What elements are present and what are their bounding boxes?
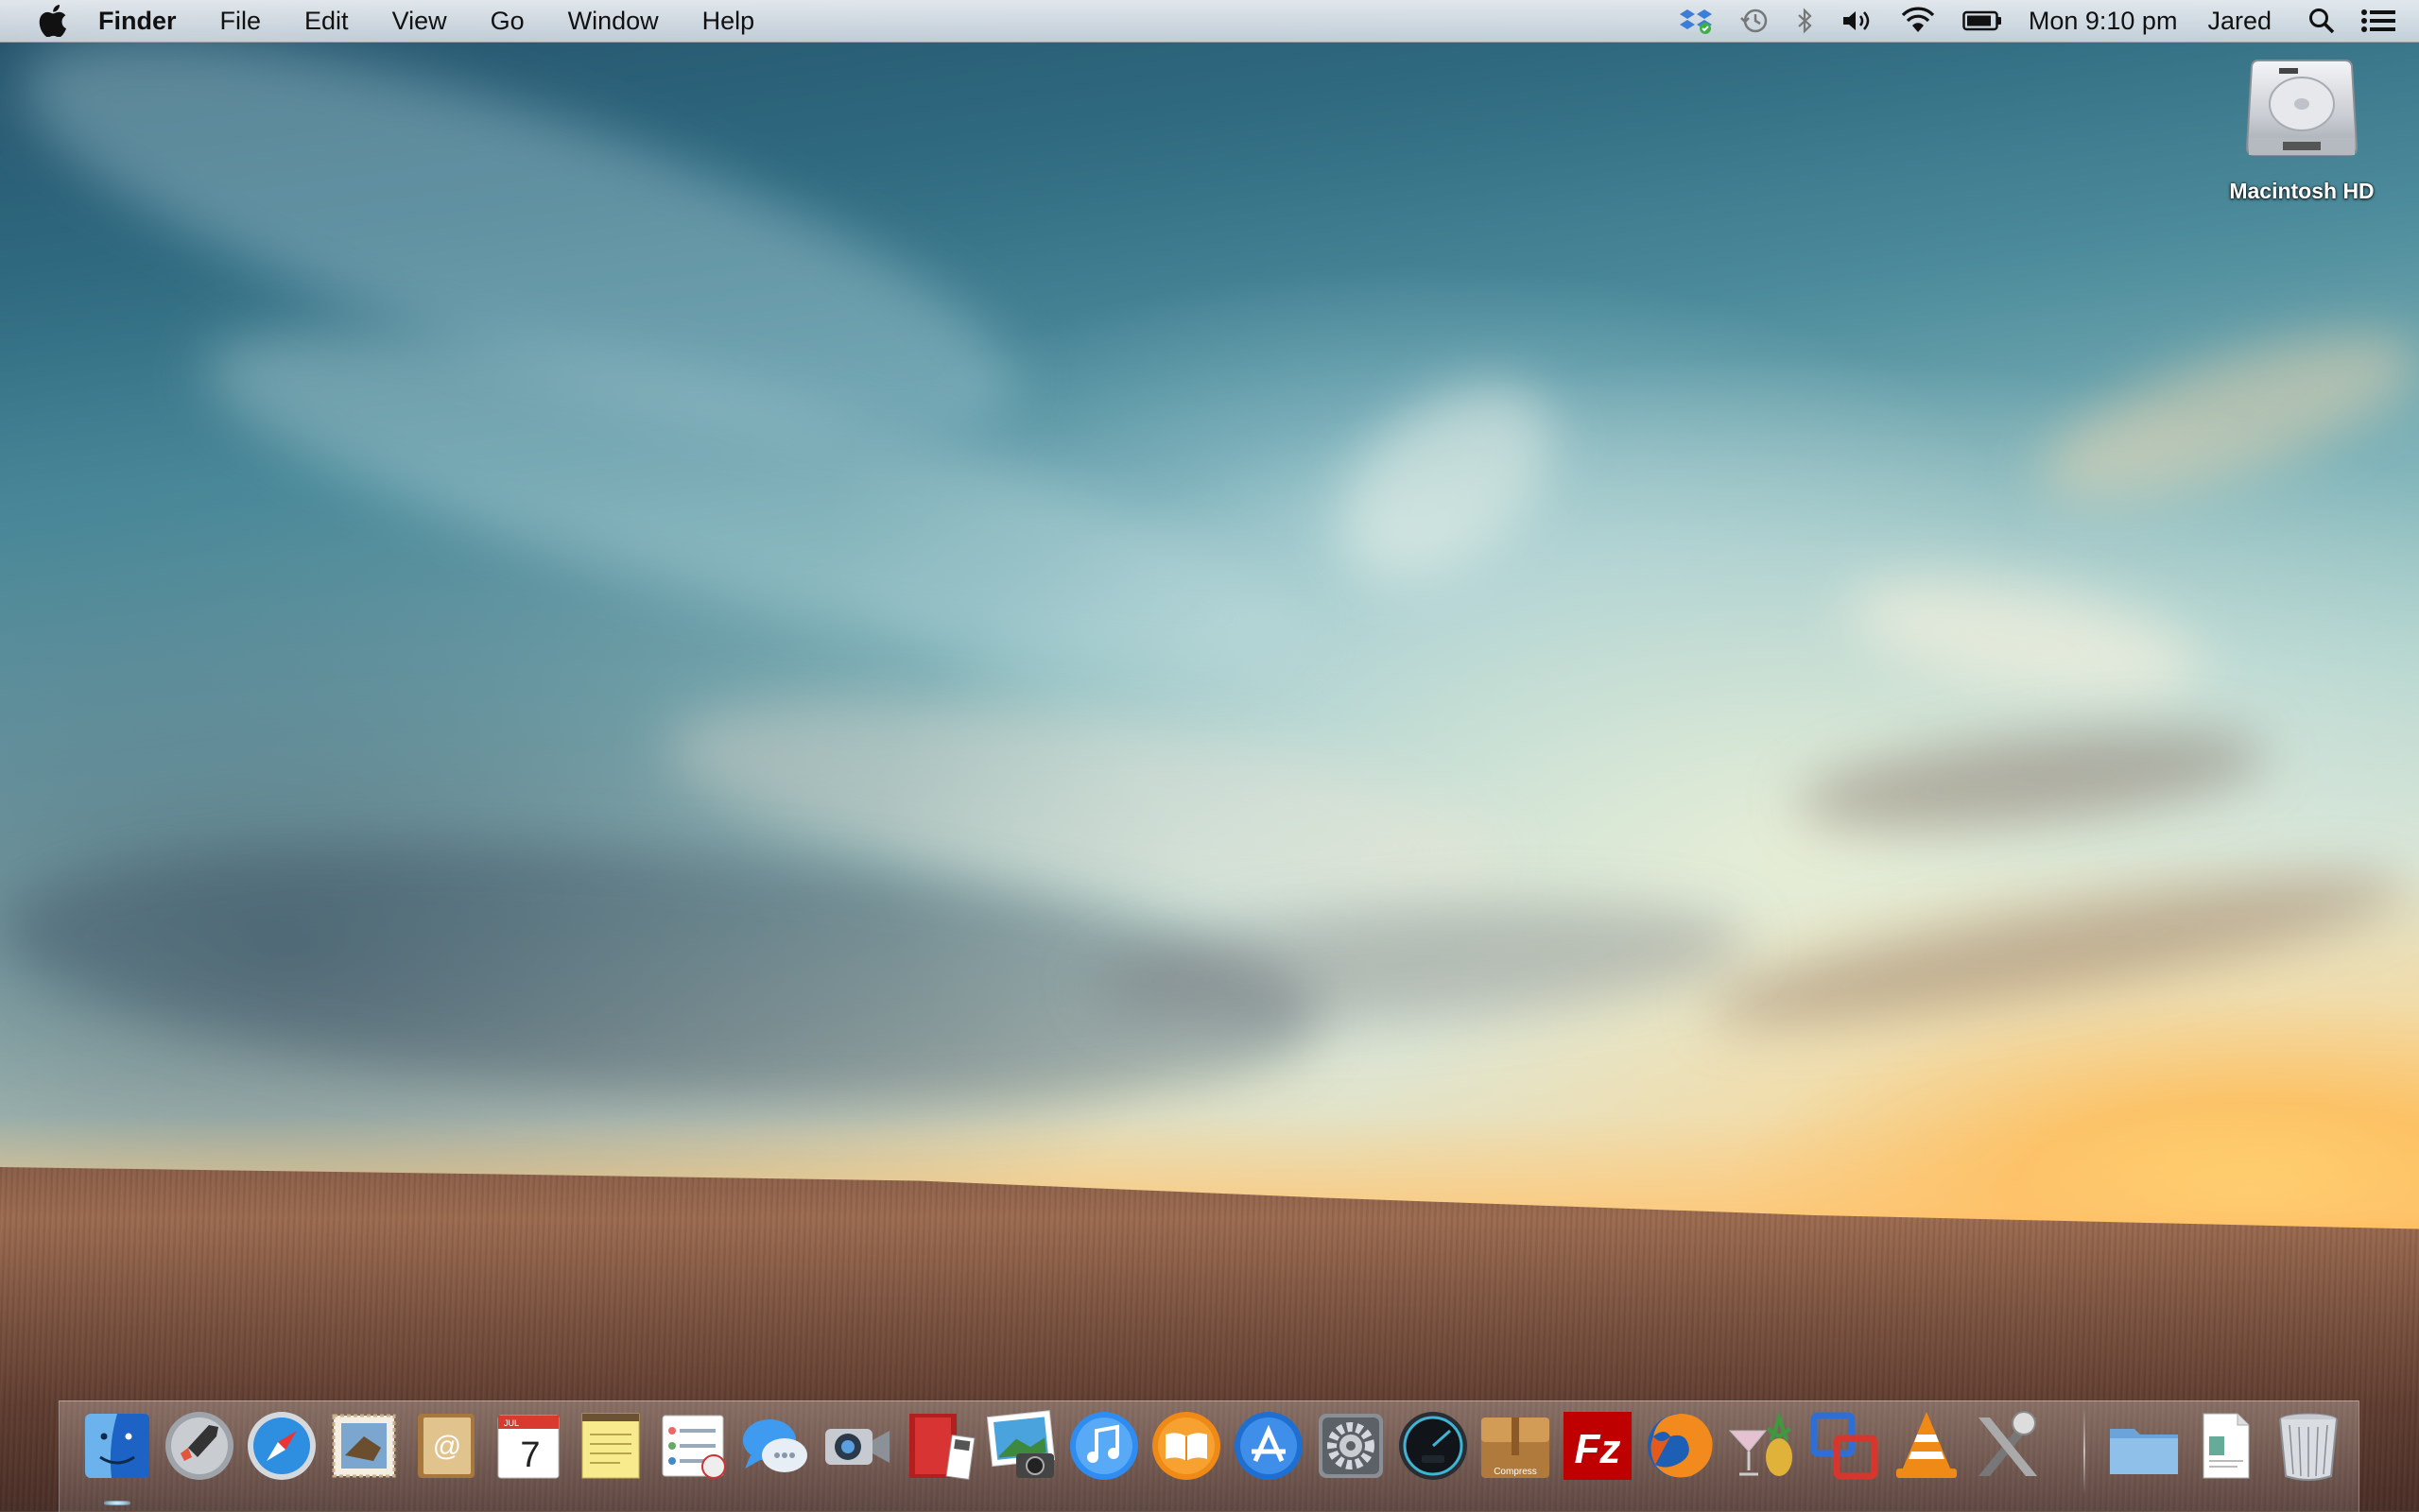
svg-text:JUL: JUL (504, 1418, 519, 1428)
dropbox-icon[interactable] (1679, 0, 1713, 42)
facetime-icon (825, 1429, 890, 1465)
menu-view[interactable]: View (371, 0, 469, 42)
messages-icon (743, 1419, 807, 1472)
dock-item-connection-app[interactable] (1806, 1408, 1882, 1484)
svg-text:7: 7 (520, 1435, 540, 1475)
firefox-icon (1648, 1414, 1713, 1478)
svg-text:Compress: Compress (1494, 1467, 1537, 1477)
mail-icon (332, 1414, 396, 1478)
photo-booth-icon (909, 1414, 976, 1481)
dock-item-filezilla[interactable]: Fz (1560, 1408, 1635, 1484)
itunes-icon (1070, 1412, 1138, 1480)
launchpad-icon (165, 1412, 233, 1480)
desktop-item-macintosh-hd[interactable]: Macintosh HD (2212, 57, 2392, 204)
menu-help[interactable]: Help (681, 0, 777, 42)
menu-app-name[interactable]: Finder (98, 0, 199, 42)
dock-item-iphoto[interactable] (984, 1408, 1060, 1484)
reminders-icon (662, 1415, 726, 1479)
menu-bar: Finder File Edit View Go Window Help Mon… (0, 0, 2419, 43)
dock-item-finder[interactable] (79, 1408, 155, 1484)
dock-item-istat-menus[interactable] (1395, 1408, 1471, 1484)
cocktail-icon (1728, 1411, 1792, 1476)
menu-user-name[interactable]: Jared (2207, 0, 2272, 42)
desktop-item-label: Macintosh HD (2229, 179, 2375, 203)
menu-clock[interactable]: Mon 9:10 pm (2029, 0, 2178, 42)
dock-separator (2083, 1408, 2085, 1495)
trash-icon (2279, 1413, 2338, 1481)
app-store-icon (1235, 1412, 1303, 1480)
menu-file[interactable]: File (199, 0, 284, 42)
dock-item-archive-utility[interactable]: Compress (1477, 1408, 1553, 1484)
dock-item-trash[interactable] (2271, 1408, 2346, 1484)
time-machine-icon[interactable] (1739, 0, 1770, 42)
volume-icon[interactable] (1841, 0, 1874, 42)
notification-center-icon[interactable] (2360, 0, 2396, 42)
iphoto-icon (986, 1410, 1056, 1478)
connection-app-icon (1810, 1412, 1878, 1480)
dock-item-system-preferences[interactable] (1313, 1408, 1389, 1484)
archive-utility-icon: Compress (1481, 1418, 1549, 1478)
dock-item-photo-booth[interactable] (902, 1408, 977, 1484)
finder-icon (85, 1414, 149, 1478)
dock-item-vlc[interactable] (1889, 1408, 1964, 1484)
dock-item-mail[interactable] (326, 1408, 402, 1484)
vlc-icon (1896, 1412, 1957, 1478)
documents-stack-icon (2203, 1413, 2250, 1479)
dock-item-firefox[interactable] (1642, 1408, 1718, 1484)
battery-icon[interactable] (1962, 0, 2002, 42)
dock-item-notes[interactable] (573, 1408, 648, 1484)
dock-item-itunes[interactable] (1066, 1408, 1142, 1484)
system-preferences-icon (1319, 1414, 1383, 1478)
bluetooth-icon[interactable] (1796, 0, 1815, 42)
dock-item-cocktail[interactable] (1724, 1408, 1800, 1484)
menu-go[interactable]: Go (469, 0, 546, 42)
safari-icon (248, 1412, 316, 1480)
dock-item-messages[interactable] (737, 1408, 813, 1484)
svg-text:@: @ (433, 1431, 461, 1462)
calendar-icon: JUL 7 (497, 1415, 560, 1479)
folder-stack-icon (2110, 1429, 2178, 1474)
contacts-icon: @ (418, 1414, 475, 1478)
svg-text:Fz: Fz (1575, 1426, 1621, 1472)
dock-item-calendar[interactable]: JUL 7 (491, 1408, 566, 1484)
menu-window[interactable]: Window (546, 0, 681, 42)
dock-item-safari[interactable] (244, 1408, 320, 1484)
dock-item-contacts[interactable]: @ (408, 1408, 484, 1484)
filezilla-icon: Fz (1564, 1412, 1632, 1480)
hard-drive-icon (2245, 60, 2359, 156)
dock-item-facetime[interactable] (820, 1408, 895, 1484)
dock-item-documents-stack[interactable] (2188, 1408, 2264, 1484)
ibooks-icon (1152, 1412, 1220, 1480)
dock-item-app-store[interactable] (1231, 1408, 1306, 1484)
dock-item-x11[interactable] (1971, 1408, 2047, 1484)
menu-edit[interactable]: Edit (283, 0, 371, 42)
dock-item-launchpad[interactable] (162, 1408, 237, 1484)
dock-item-ibooks[interactable] (1149, 1408, 1224, 1484)
notes-icon (581, 1413, 640, 1479)
istat-menus-icon (1399, 1412, 1467, 1480)
apple-menu-icon[interactable] (34, 0, 72, 42)
running-indicator (104, 1501, 130, 1505)
dock-item-reminders[interactable] (655, 1408, 731, 1484)
desktop-wallpaper (0, 0, 2419, 1511)
x11-icon (1978, 1411, 2037, 1476)
dock-item-folder-stack[interactable] (2106, 1408, 2182, 1484)
spotlight-icon[interactable] (2307, 0, 2336, 42)
wifi-icon[interactable] (1900, 0, 1936, 42)
